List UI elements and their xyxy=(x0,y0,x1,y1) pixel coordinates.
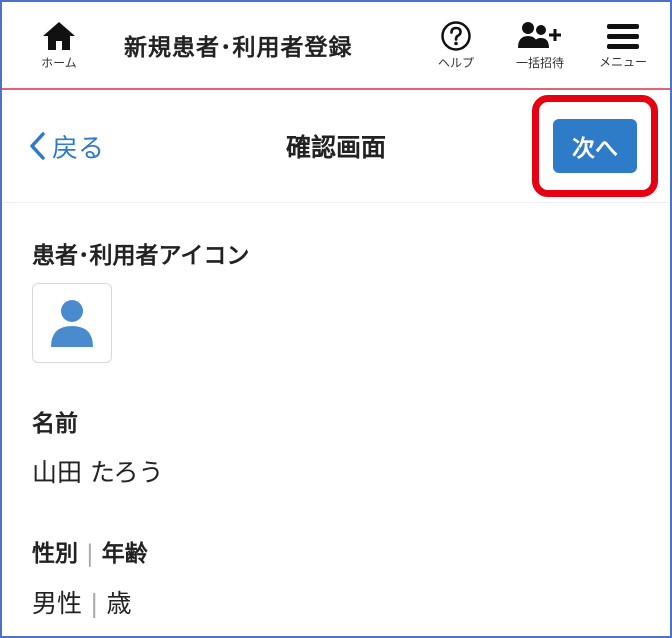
page-title: 新規患者･利用者登録 xyxy=(124,35,353,61)
app-header: ホーム 新規患者･利用者登録 ヘルプ 一括招待 メニュー xyxy=(2,2,670,90)
menu-label: メニュー xyxy=(598,54,647,69)
next-button[interactable]: 次へ xyxy=(553,119,637,173)
chevron-left-icon xyxy=(30,132,45,160)
gender-label: 性別 xyxy=(32,541,78,567)
sub-navigation-bar: 戻る 確認画面 次へ xyxy=(2,90,670,203)
bulk-invite-label: 一括招待 xyxy=(515,55,564,70)
gender-value: 男性 xyxy=(32,589,83,618)
person-icon xyxy=(51,300,93,347)
age-label: 年齢 xyxy=(101,541,148,567)
hamburger-menu-icon xyxy=(607,23,639,49)
menu-button[interactable]: メニュー xyxy=(586,2,660,88)
separator: | xyxy=(90,589,99,618)
name-label: 名前 xyxy=(32,411,78,437)
home-label: ホーム xyxy=(41,55,77,70)
gender-age-label: 性別 | 年齢 xyxy=(32,534,148,568)
name-value: 山田 たろう xyxy=(32,458,164,487)
gender-age-value: 男性 | 歳 xyxy=(32,584,131,620)
back-link[interactable]: 戻る xyxy=(28,118,104,174)
icon-section-label: 患者･利用者アイコン xyxy=(32,243,250,269)
patient-avatar xyxy=(32,283,112,363)
separator: | xyxy=(86,541,94,567)
add-users-icon xyxy=(518,21,561,48)
bulk-invite-button[interactable]: 一括招待 xyxy=(502,2,578,88)
home-icon xyxy=(43,21,75,50)
next-button-highlight: 次へ xyxy=(532,95,658,197)
app-frame: ホーム 新規患者･利用者登録 ヘルプ 一括招待 メニュー 戻る 確認画面 次へ … xyxy=(0,0,672,638)
help-button[interactable]: ヘルプ xyxy=(422,2,490,88)
back-label: 戻る xyxy=(52,133,105,164)
age-value: 歳 xyxy=(106,589,132,618)
help-icon xyxy=(441,20,471,51)
help-label: ヘルプ xyxy=(437,55,474,70)
home-button[interactable]: ホーム xyxy=(24,2,94,88)
